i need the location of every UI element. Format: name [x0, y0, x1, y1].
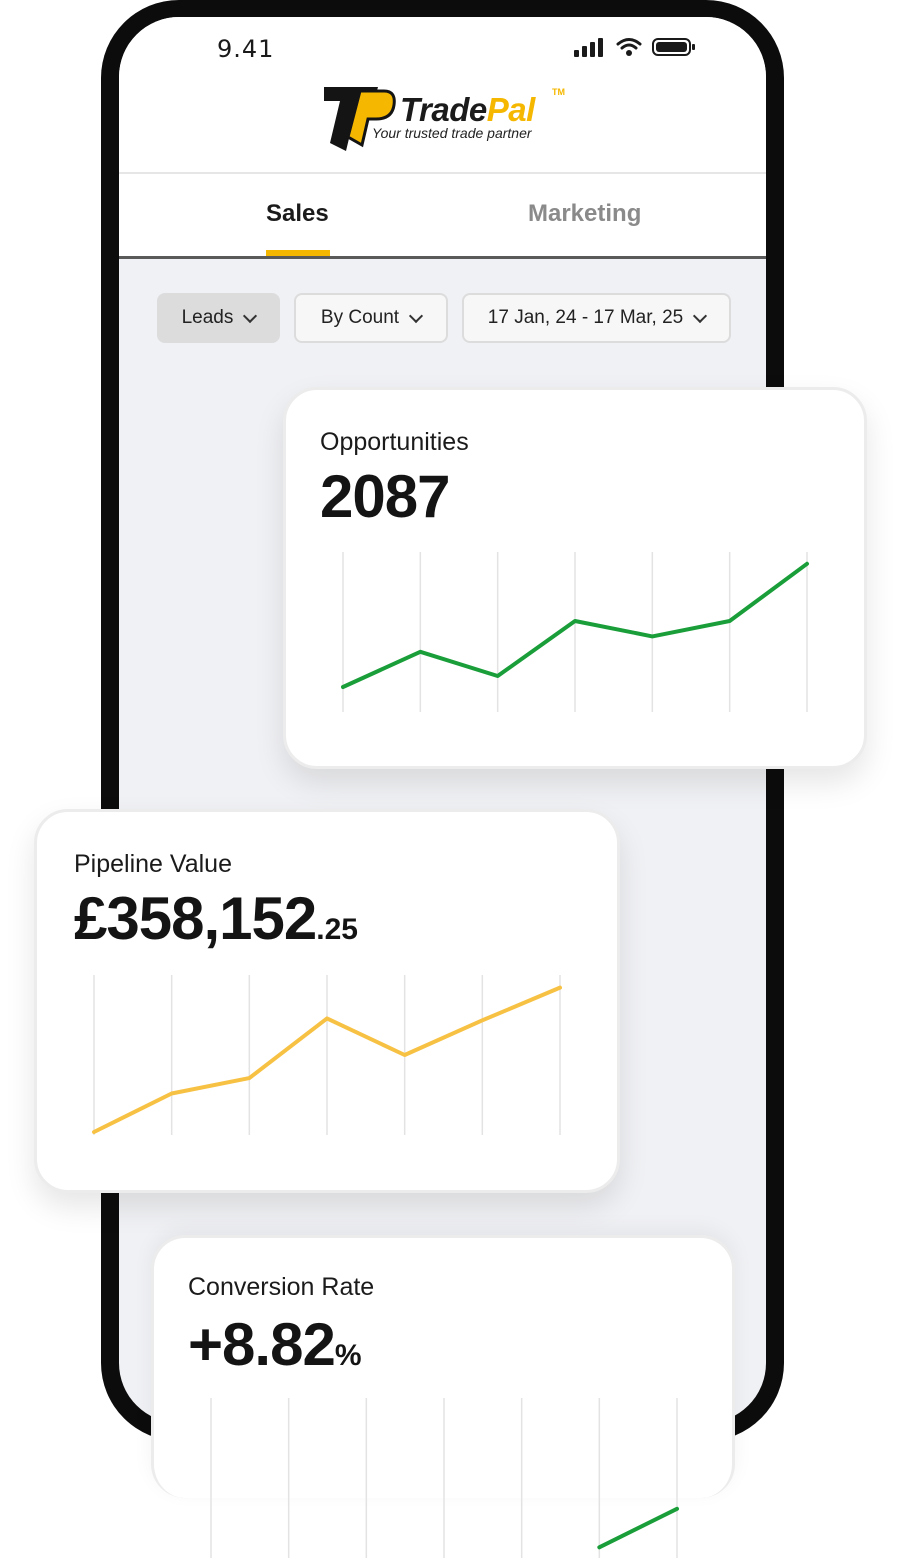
date-range-dropdown[interactable]: 17 Jan, 24 - 17 Mar, 25: [462, 293, 731, 343]
chevron-down-icon: [409, 308, 424, 323]
app-header: 9.41 TradePal TM Your trusted trade part…: [119, 17, 766, 258]
date-range-label: 17 Jan, 24 - 17 Mar, 25: [487, 307, 684, 328]
metric-dropdown[interactable]: Leads: [157, 293, 280, 343]
battery-icon: [652, 38, 695, 56]
pipeline-value-main: £358,152: [74, 885, 317, 952]
opportunities-title: Opportunities: [320, 428, 469, 456]
opportunities-card[interactable]: Opportunities 2087: [283, 387, 867, 769]
status-time: 9.41: [217, 35, 275, 63]
logo-trademark: TM: [552, 87, 565, 97]
pipeline-title: Pipeline Value: [74, 850, 232, 878]
conversion-value-main: +8.82: [188, 1311, 336, 1378]
status-icons: [574, 37, 696, 57]
conversion-value-unit: %: [334, 1339, 362, 1372]
logo-word-trade: Trade: [400, 91, 487, 128]
mode-dropdown-label: By Count: [320, 307, 400, 328]
tab-marketing[interactable]: Marketing: [528, 200, 641, 228]
pipeline-chart: [92, 975, 562, 1135]
tab-sales[interactable]: Sales: [266, 200, 329, 228]
mode-dropdown[interactable]: By Count: [294, 293, 448, 343]
logo-tagline: Your trusted trade partner: [372, 125, 532, 141]
signal-icon: [574, 38, 603, 57]
wifi-icon: [616, 38, 642, 56]
metric-dropdown-label: Leads: [181, 307, 234, 328]
tp-monogram-icon: [324, 87, 396, 151]
header-divider: [119, 172, 766, 174]
tabs-border: [119, 256, 766, 259]
chevron-down-icon: [693, 308, 708, 323]
opportunities-value: 2087: [320, 463, 450, 530]
logo-wordmark: TradePal: [400, 91, 535, 129]
logo-word-pal: Pal: [486, 91, 536, 128]
conversion-title: Conversion Rate: [188, 1273, 375, 1301]
chevron-down-icon: [243, 308, 258, 323]
conversion-rate-card[interactable]: Conversion Rate +8.82%: [151, 1235, 735, 1558]
pipeline-value-decimal: .25: [316, 913, 358, 946]
opportunities-chart: [341, 552, 809, 712]
pipeline-value: £358,152.25: [74, 884, 358, 953]
series-line: [597, 1506, 679, 1550]
conversion-chart: [210, 1398, 679, 1558]
tradepal-logo: TradePal TM Your trusted trade partner: [322, 85, 565, 155]
pipeline-value-card[interactable]: Pipeline Value £358,152.25: [34, 809, 620, 1193]
conversion-value: +8.82%: [188, 1310, 362, 1379]
